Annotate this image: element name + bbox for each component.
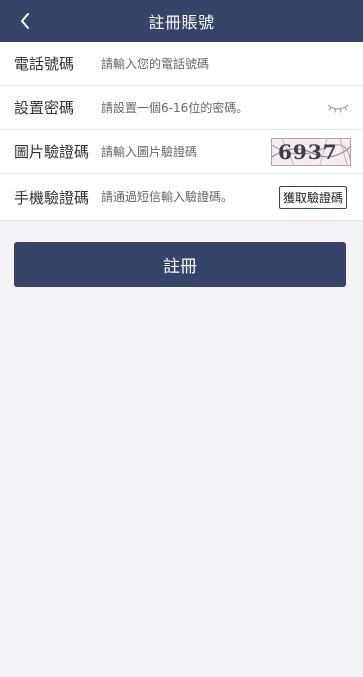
sms-label: 手機驗證碼 bbox=[14, 188, 90, 207]
eye-closed-icon bbox=[327, 104, 349, 113]
phone-input[interactable] bbox=[100, 48, 363, 79]
page-title: 註冊賬號 bbox=[148, 13, 215, 32]
captcha-label: 圖片驗證碼 bbox=[14, 143, 90, 161]
register-form: 電話號碼 設置密碼 圖片驗證碼 6937 bbox=[0, 42, 363, 221]
get-sms-code-button[interactable]: 獲取驗證碼 bbox=[278, 185, 347, 209]
password-label: 設置密碼 bbox=[14, 99, 75, 117]
chevron-left-icon bbox=[21, 13, 29, 29]
captcha-text: 6937 bbox=[278, 139, 338, 164]
top-bar: 註冊賬號 bbox=[0, 0, 363, 42]
register-button[interactable]: 註冊 bbox=[14, 242, 346, 287]
phone-label: 電話號碼 bbox=[14, 55, 75, 73]
password-visibility-toggle[interactable] bbox=[325, 101, 351, 115]
captcha-row: 圖片驗證碼 6937 bbox=[0, 130, 363, 174]
phone-row: 電話號碼 bbox=[0, 42, 363, 86]
password-input[interactable] bbox=[100, 92, 325, 123]
captcha-image[interactable]: 6937 bbox=[271, 137, 351, 166]
captcha-input[interactable] bbox=[100, 136, 271, 167]
sms-code-input[interactable] bbox=[100, 182, 279, 212]
back-button[interactable] bbox=[14, 9, 36, 33]
sms-row: 手機驗證碼 獲取驗證碼 bbox=[0, 174, 363, 220]
password-row: 設置密碼 bbox=[0, 86, 363, 130]
